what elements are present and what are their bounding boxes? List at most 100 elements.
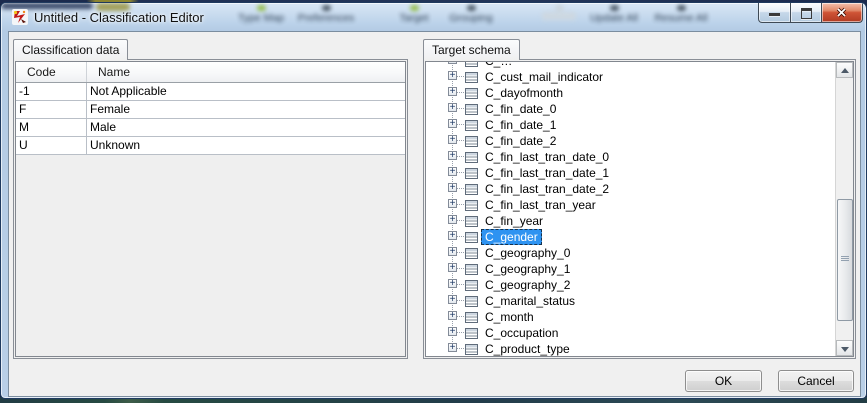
expand-icon[interactable]: + xyxy=(448,71,457,80)
cancel-button[interactable]: Cancel xyxy=(778,370,854,392)
title-bar[interactable]: Type MapPreferencesTargetGroupingUpdate … xyxy=(1,3,866,30)
tree-item-label[interactable]: C_geography_0 xyxy=(481,245,574,261)
tree-item[interactable]: + C_fin_last_tran_date_1 xyxy=(426,164,835,180)
expand-icon[interactable]: + xyxy=(448,135,457,144)
tree-item[interactable]: + C_fin_last_tran_date_2 xyxy=(426,180,835,196)
tab-classification-data[interactable]: Classification data xyxy=(13,39,128,60)
table-row[interactable]: -1Not Applicable xyxy=(16,83,405,101)
expand-icon[interactable]: + xyxy=(448,119,457,128)
table-row[interactable]: FFemale xyxy=(16,101,405,119)
tree-item-label[interactable]: C_fin_last_tran_date_2 xyxy=(481,181,613,197)
tree-scrollbar[interactable] xyxy=(835,62,853,356)
tree-item-label[interactable]: C_geography_1 xyxy=(481,261,574,277)
tree-item[interactable]: + C_fin_last_tran_year xyxy=(426,196,835,212)
scrollbar-up-button[interactable] xyxy=(836,62,853,78)
tree-item-label[interactable]: C_fin_year xyxy=(481,213,547,229)
tree-item[interactable]: + C_fin_date_0 xyxy=(426,100,835,116)
tree-item-inner: + C_product_type xyxy=(426,340,835,356)
table-icon xyxy=(465,230,478,241)
expand-icon[interactable]: + xyxy=(448,343,457,352)
expand-icon[interactable]: + xyxy=(448,279,457,288)
tree-item-label[interactable]: C_fin_date_1 xyxy=(481,117,560,133)
cell-name[interactable]: Male xyxy=(87,119,405,136)
cell-name[interactable]: Not Applicable xyxy=(87,83,405,100)
tree-item[interactable]: + C_geography_2 xyxy=(426,276,835,292)
app-icon xyxy=(12,9,28,25)
tree-item-label[interactable]: C_dayofmonth xyxy=(481,85,567,101)
tab-target-schema[interactable]: Target schema xyxy=(423,39,520,60)
schema-tree: +C_…+C_cust_mail_indicator+C_dayofmonth+… xyxy=(425,61,854,357)
tree-item[interactable]: + C_geography_0 xyxy=(426,244,835,260)
toolbar-item-icon xyxy=(467,5,476,11)
toolbar-item-label: Grouping xyxy=(436,12,506,24)
tree-item-label[interactable]: C_fin_date_0 xyxy=(481,101,560,117)
tree-item[interactable]: + C_fin_last_tran_date_0 xyxy=(426,148,835,164)
tree-item[interactable]: + C_month xyxy=(426,308,835,324)
table-icon xyxy=(465,278,478,289)
close-button[interactable] xyxy=(821,3,863,23)
cell-code[interactable]: -1 xyxy=(16,83,87,100)
scrollbar-thumb[interactable] xyxy=(837,199,853,321)
cell-code[interactable]: M xyxy=(16,119,87,136)
classification-editor-dialog: Type MapPreferencesTargetGroupingUpdate … xyxy=(0,2,867,399)
tree-item-label[interactable]: C_product_type xyxy=(481,341,574,356)
table-row[interactable]: UUnknown xyxy=(16,137,405,155)
table-icon xyxy=(465,326,478,337)
expand-icon[interactable]: + xyxy=(448,62,457,64)
cell-code[interactable]: U xyxy=(16,137,87,154)
expand-icon[interactable]: + xyxy=(448,215,457,224)
tree-item-inner: + C_month xyxy=(426,308,835,324)
tree-item[interactable]: + C_gender xyxy=(426,228,835,244)
table-icon xyxy=(465,166,478,177)
toolbar-item-icon xyxy=(322,5,331,11)
expand-icon[interactable]: + xyxy=(448,327,457,336)
cell-name[interactable]: Unknown xyxy=(87,137,405,154)
expand-icon[interactable]: + xyxy=(448,231,457,240)
toolbar-item-label: Update All xyxy=(579,12,649,24)
tree-item-inner: + C_marital_status xyxy=(426,292,835,308)
table-icon xyxy=(465,310,478,321)
tree-item-label[interactable]: C_marital_status xyxy=(481,293,579,309)
tree-item-label[interactable]: C_fin_last_tran_date_0 xyxy=(481,149,613,165)
tree-item[interactable]: + C_occupation xyxy=(426,324,835,340)
ok-button[interactable]: OK xyxy=(685,370,762,392)
tree-item[interactable]: + C_marital_status xyxy=(426,292,835,308)
expand-icon[interactable]: + xyxy=(448,103,457,112)
tree-item[interactable]: + C_product_type xyxy=(426,340,835,356)
expand-icon[interactable]: + xyxy=(448,183,457,192)
background-toolbar-item: Preferences xyxy=(291,5,361,24)
table-body: -1Not ApplicableFFemaleMMaleUUnknown xyxy=(16,83,405,155)
tree-item-label[interactable]: C_fin_last_tran_year xyxy=(481,197,600,213)
maximize-button[interactable] xyxy=(791,3,821,23)
tree-item[interactable]: + C_fin_date_1 xyxy=(426,116,835,132)
tree-item-label[interactable]: C_cust_mail_indicator xyxy=(481,69,607,85)
tree-item-label[interactable]: C_month xyxy=(481,309,538,325)
tree-item-label[interactable]: C_geography_2 xyxy=(481,277,574,293)
column-header-name[interactable]: Name xyxy=(87,62,405,82)
tree-item[interactable]: + C_geography_1 xyxy=(426,260,835,276)
scrollbar-down-button[interactable] xyxy=(836,340,853,356)
target-schema-panel: +C_…+C_cust_mail_indicator+C_dayofmonth+… xyxy=(423,59,856,359)
table-row[interactable]: MMale xyxy=(16,119,405,137)
column-header-code[interactable]: Code xyxy=(16,62,87,82)
tree-item[interactable]: + C_fin_year xyxy=(426,212,835,228)
cell-code[interactable]: F xyxy=(16,101,87,118)
minimize-button[interactable] xyxy=(758,3,791,23)
cell-name[interactable]: Female xyxy=(87,101,405,118)
tree-item[interactable]: + C_dayofmonth xyxy=(426,84,835,100)
tree-item[interactable]: + C_cust_mail_indicator xyxy=(426,68,835,84)
expand-icon[interactable]: + xyxy=(448,263,457,272)
tree-item[interactable]: + C_fin_date_2 xyxy=(426,132,835,148)
expand-icon[interactable]: + xyxy=(448,295,457,304)
expand-icon[interactable]: + xyxy=(448,199,457,208)
tree-item-label[interactable]: C_fin_date_2 xyxy=(481,133,560,149)
expand-icon[interactable]: + xyxy=(448,311,457,320)
expand-icon[interactable]: + xyxy=(448,167,457,176)
expand-icon[interactable]: + xyxy=(448,247,457,256)
expand-icon[interactable]: + xyxy=(448,151,457,160)
tree-item-label[interactable]: C_occupation xyxy=(481,325,562,341)
expand-icon[interactable]: + xyxy=(448,87,457,96)
tree-item-label[interactable]: C_gender xyxy=(481,229,542,245)
tree-item-label[interactable]: C_fin_last_tran_date_1 xyxy=(481,165,613,181)
table-icon xyxy=(465,246,478,257)
